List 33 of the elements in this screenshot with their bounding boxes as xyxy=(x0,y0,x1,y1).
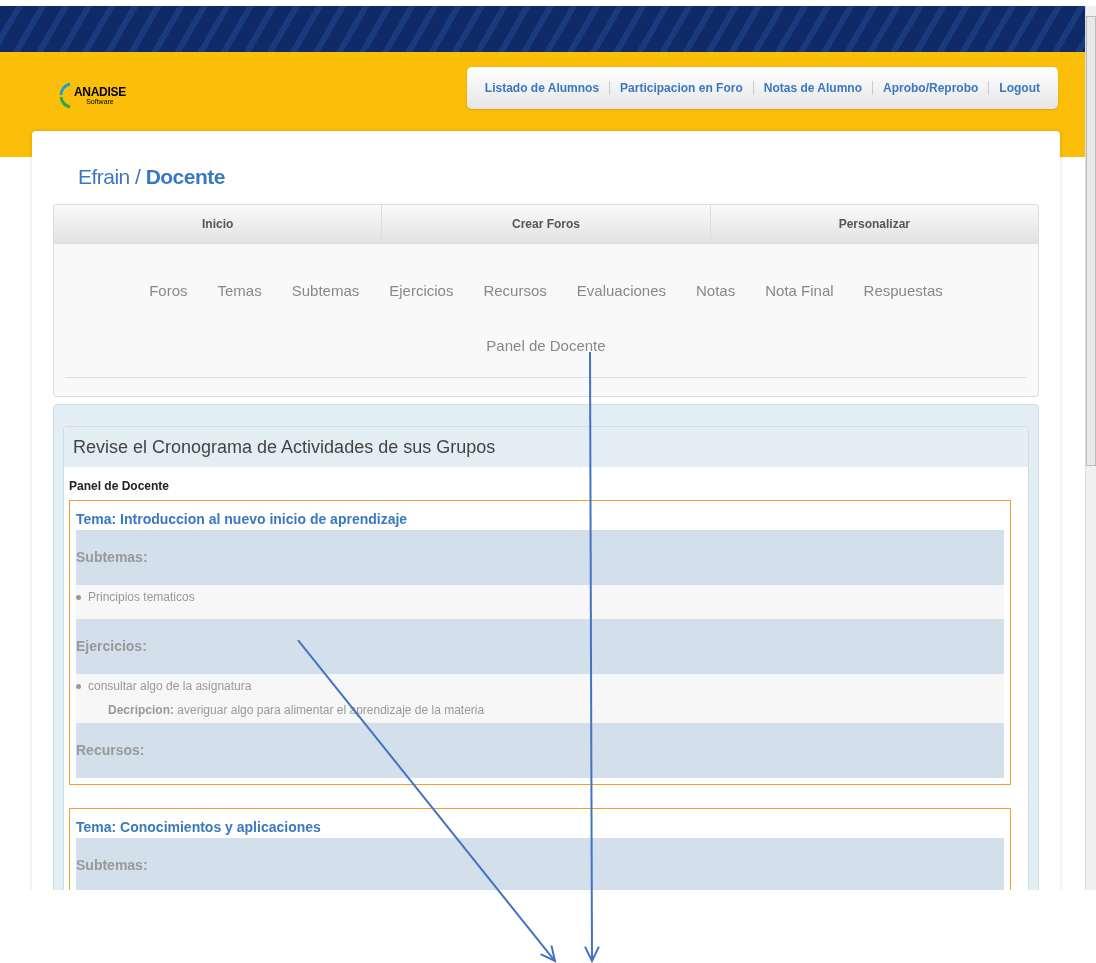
section-heading: Ejercicios: xyxy=(76,619,1004,674)
main-tab[interactable]: Inicio xyxy=(54,205,382,243)
top-nav-link[interactable]: Participacion en Foro xyxy=(610,79,753,97)
breadcrumb: Efrain / Docente xyxy=(77,164,226,190)
sub-nav-link[interactable]: Temas xyxy=(217,280,262,303)
section-heading: Recursos: xyxy=(76,723,1004,778)
bullet-icon xyxy=(76,683,81,689)
section-heading: Subtemas: xyxy=(76,838,1004,890)
top-nav-link[interactable]: Listado de Alumnos xyxy=(474,79,610,97)
main-tab[interactable]: Personalizar xyxy=(709,205,1038,243)
sub-nav-link[interactable]: Foros xyxy=(149,280,188,303)
schedule-header: Revise el Cronograma de Actividades de sus Grupos xyxy=(64,427,1028,467)
topic-title: Tema: Introduccion al nuevo inicio de aprendizaje xyxy=(76,510,409,529)
sub-nav-link[interactable]: Recursos xyxy=(483,280,547,303)
section-heading: Subtemas: xyxy=(76,530,1004,585)
topic-title: Tema: Conocimientos y aplicaciones xyxy=(76,818,322,837)
logo-swirl-icon xyxy=(58,81,72,109)
sub-nav-link[interactable]: Ejercicios xyxy=(389,280,454,303)
sub-nav-link[interactable]: Subtemas xyxy=(291,280,360,303)
top-nav-link[interactable]: Logout xyxy=(989,79,1050,97)
sub-nav-link[interactable]: Notas xyxy=(696,280,736,303)
bullet-icon xyxy=(76,594,81,600)
main-tab[interactable]: Crear Foros xyxy=(381,205,710,243)
sub-nav-link[interactable]: Evaluaciones xyxy=(576,280,667,303)
sub-nav-link[interactable]: Panel de Docente xyxy=(486,334,606,357)
sub-nav-link[interactable]: Respuestas xyxy=(863,280,943,303)
sub-nav-link[interactable]: Nota Final xyxy=(765,280,834,303)
item-text: consultar algo de la asignatura xyxy=(88,678,252,695)
panel-label: Panel de Docente xyxy=(69,478,171,495)
top-nav-link[interactable]: Notas de Alumno xyxy=(753,79,872,97)
top-nav-link[interactable]: Aprobo/Reprobo xyxy=(873,79,989,97)
logo-title: ANADISE xyxy=(74,85,126,98)
item-text: Principios tematicos xyxy=(88,589,195,606)
